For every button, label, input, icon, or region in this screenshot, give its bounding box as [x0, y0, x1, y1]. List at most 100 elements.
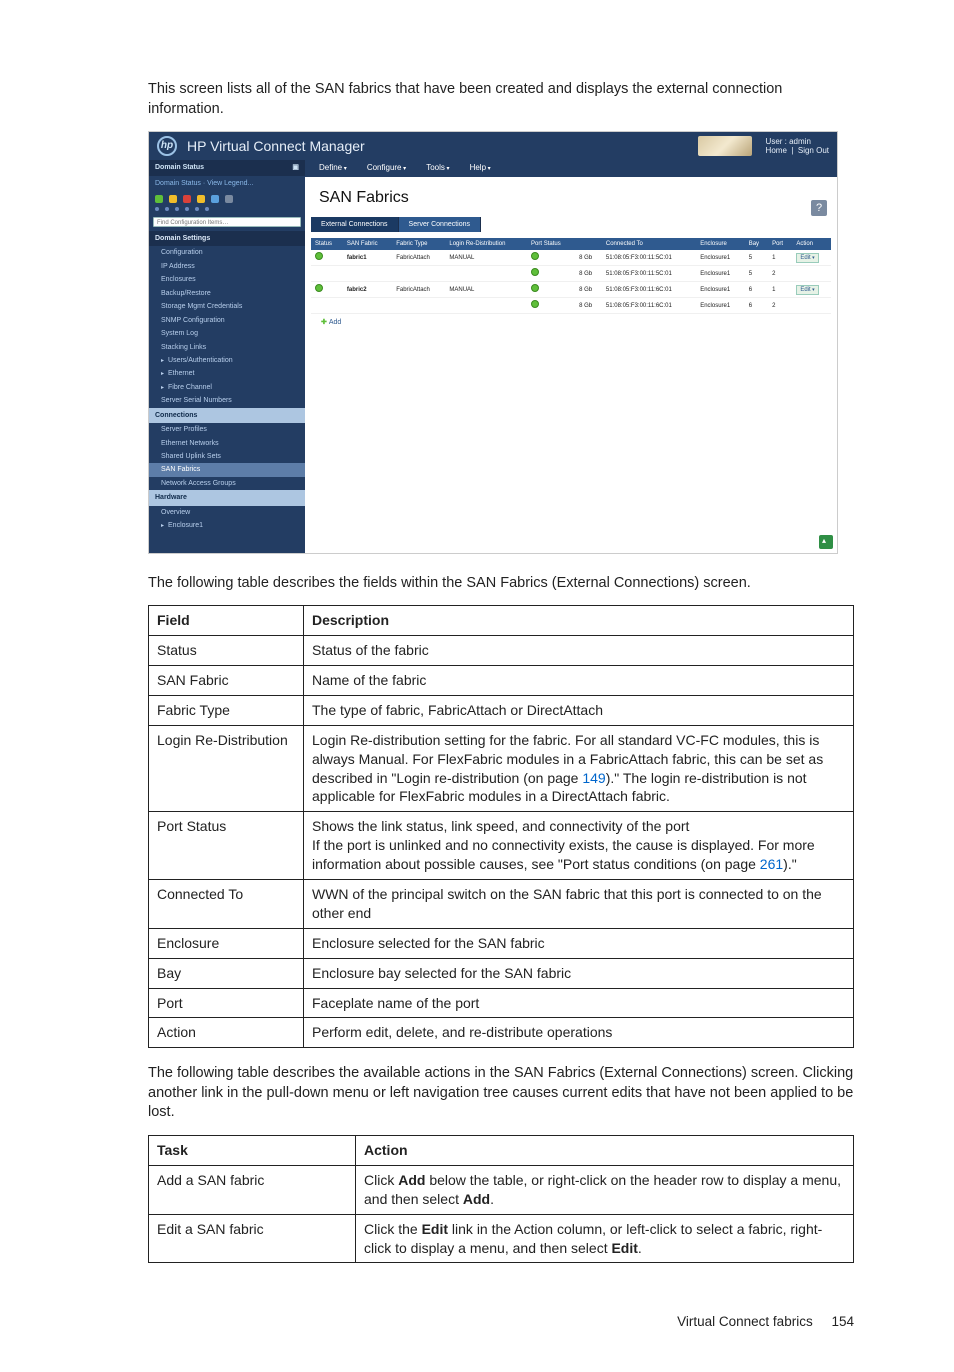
table-row: Fabric TypeThe type of fabric, FabricAtt… [149, 695, 854, 725]
menu-configure[interactable]: Configure [367, 163, 406, 174]
user-label: User : admin [766, 137, 829, 147]
edit-button[interactable]: Edit [796, 285, 818, 295]
sidebar-item-stacking[interactable]: Stacking Links [149, 341, 305, 354]
sidebar-section-connections: Connections [149, 408, 305, 423]
col-connected: Connected To [602, 238, 696, 250]
collapse-icon[interactable]: ▣ [292, 163, 299, 172]
sidebar-item-fibrechannel[interactable]: Fibre Channel [149, 381, 305, 394]
table-row: Connected ToWWN of the principal switch … [149, 879, 854, 928]
titlebar: hp HP Virtual Connect Manager User : adm… [149, 132, 837, 160]
table-row: Add a SAN fabricClick Add below the tabl… [149, 1165, 854, 1214]
col-login: Login Re-Distribution [445, 238, 527, 250]
fields-h2: Description [304, 606, 854, 636]
brand-image [698, 136, 752, 156]
sidebar-item-enclosure1[interactable]: Enclosure1 [149, 519, 305, 532]
col-status: Status [311, 238, 343, 250]
sidebar-item-serverprofiles[interactable]: Server Profiles [149, 423, 305, 436]
sidebar-status-legend[interactable]: Domain Status · View Legend... [149, 176, 305, 191]
menubar: Define Configure Tools Help [305, 160, 837, 177]
scroll-up-icon[interactable] [819, 535, 833, 549]
status-ok-icon [531, 300, 539, 308]
col-type: Fabric Type [392, 238, 445, 250]
actions-table: Task Action Add a SAN fabricClick Add be… [148, 1135, 854, 1263]
table-row: BayEnclosure bay selected for the SAN fa… [149, 958, 854, 988]
status-icon-ok [155, 195, 163, 203]
sidebar-item-ethernet-networks[interactable]: Ethernet Networks [149, 437, 305, 450]
tab-external[interactable]: External Connections [311, 217, 399, 232]
sidebar: Domain Status▣ Domain Status · View Lege… [149, 160, 305, 553]
table-row[interactable]: fabric1FabricAttachMANUAL8 Gb51:08:05:F3… [311, 250, 831, 266]
table-row: StatusStatus of the fabric [149, 636, 854, 666]
table-row: ActionPerform edit, delete, and re-distr… [149, 1018, 854, 1048]
col-enclosure: Enclosure [696, 238, 745, 250]
fields-table: Field Description StatusStatus of the fa… [148, 605, 854, 1048]
footer-label: Virtual Connect fabrics [677, 1314, 813, 1329]
page-footer: Virtual Connect fabrics 154 [148, 1313, 854, 1331]
sidebar-item-overview[interactable]: Overview [149, 506, 305, 519]
content-pane: Define Configure Tools Help SAN Fabrics … [305, 160, 837, 553]
status-ok-icon [315, 252, 323, 260]
col-san: SAN Fabric [343, 238, 392, 250]
status-icon-info [211, 195, 219, 203]
sidebar-item-ipaddress[interactable]: IP Address [149, 260, 305, 273]
actions-h1: Task [149, 1136, 356, 1166]
sidebar-item-shared-uplink[interactable]: Shared Uplink Sets [149, 450, 305, 463]
sidebar-section-hardware: Hardware [149, 490, 305, 505]
footer-page: 154 [831, 1314, 854, 1329]
sidebar-item-storage-creds[interactable]: Storage Mgmt Credentials [149, 300, 305, 313]
menu-tools[interactable]: Tools [426, 163, 449, 174]
col-action: Action [792, 238, 831, 250]
table-row: Port StatusShows the link status, link s… [149, 812, 854, 880]
tab-server[interactable]: Server Connections [399, 217, 481, 232]
add-button[interactable]: Add [311, 314, 831, 331]
edit-button[interactable]: Edit [796, 253, 818, 263]
sidebar-item-san-fabrics[interactable]: SAN Fabrics [149, 463, 305, 476]
table-row: Edit a SAN fabricClick the Edit link in … [149, 1214, 854, 1263]
help-icon[interactable]: ? [811, 200, 827, 216]
menu-help[interactable]: Help [470, 163, 491, 174]
sidebar-item-usersauth[interactable]: Users/Authentication [149, 354, 305, 367]
sidebar-item-ethernet[interactable]: Ethernet [149, 367, 305, 380]
table-row[interactable]: 8 Gb51:08:05:F3:00:11:5C:01Enclosure152 [311, 266, 831, 282]
sidebar-section-domain-status: Domain Status▣ [149, 160, 305, 175]
home-link[interactable]: Home [766, 146, 787, 155]
status-icon-warn [169, 195, 177, 203]
intro-paragraph: This screen lists all of the SAN fabrics… [148, 80, 854, 119]
status-ok-icon [531, 268, 539, 276]
table-row[interactable]: 8 Gb51:08:05:F3:00:11:6C:01Enclosure162 [311, 298, 831, 314]
table-row: SAN FabricName of the fabric [149, 665, 854, 695]
col-port: Port [768, 238, 792, 250]
table-row: EnclosureEnclosure selected for the SAN … [149, 928, 854, 958]
sidebar-item-serial[interactable]: Server Serial Numbers [149, 394, 305, 407]
status-ok-icon [315, 284, 323, 292]
hp-logo: hp [157, 136, 177, 156]
col-pstatus: Port Status [527, 238, 575, 250]
app-window: hp HP Virtual Connect Manager User : adm… [148, 131, 838, 554]
fields-h1: Field [149, 606, 304, 636]
fabrics-table: Status SAN Fabric Fabric Type Login Re-D… [311, 238, 831, 314]
menu-define[interactable]: Define [319, 163, 347, 174]
table-row: PortFaceplate name of the port [149, 988, 854, 1018]
sidebar-item-snmp[interactable]: SNMP Configuration [149, 314, 305, 327]
sidebar-item-backup[interactable]: Backup/Restore [149, 287, 305, 300]
sidebar-item-enclosures[interactable]: Enclosures [149, 273, 305, 286]
status-icon-unknown [225, 195, 233, 203]
status-ok-icon [531, 252, 539, 260]
sidebar-section-domain-settings: Domain Settings [149, 231, 305, 246]
sidebar-item-network-access[interactable]: Network Access Groups [149, 477, 305, 490]
fields-intro: The following table describes the fields… [148, 574, 854, 594]
app-title: HP Virtual Connect Manager [187, 137, 365, 156]
sidebar-item-systemlog[interactable]: System Log [149, 327, 305, 340]
page-title: SAN Fabrics [305, 177, 837, 217]
table-row[interactable]: fabric2FabricAttachMANUAL8 Gb51:08:05:F3… [311, 282, 831, 298]
sidebar-search-input[interactable]: Find Configuration Items… [153, 217, 301, 227]
actions-intro: The following table describes the availa… [148, 1064, 854, 1123]
sidebar-item-configuration[interactable]: Configuration [149, 246, 305, 259]
status-icon-error [183, 195, 191, 203]
col-bay: Bay [745, 238, 768, 250]
table-row: Login Re-DistributionLogin Re-distributi… [149, 725, 854, 812]
user-block: User : admin Home | Sign Out [766, 137, 829, 156]
status-ok-icon [531, 284, 539, 292]
actions-h2: Action [356, 1136, 854, 1166]
signout-link[interactable]: Sign Out [798, 146, 829, 155]
